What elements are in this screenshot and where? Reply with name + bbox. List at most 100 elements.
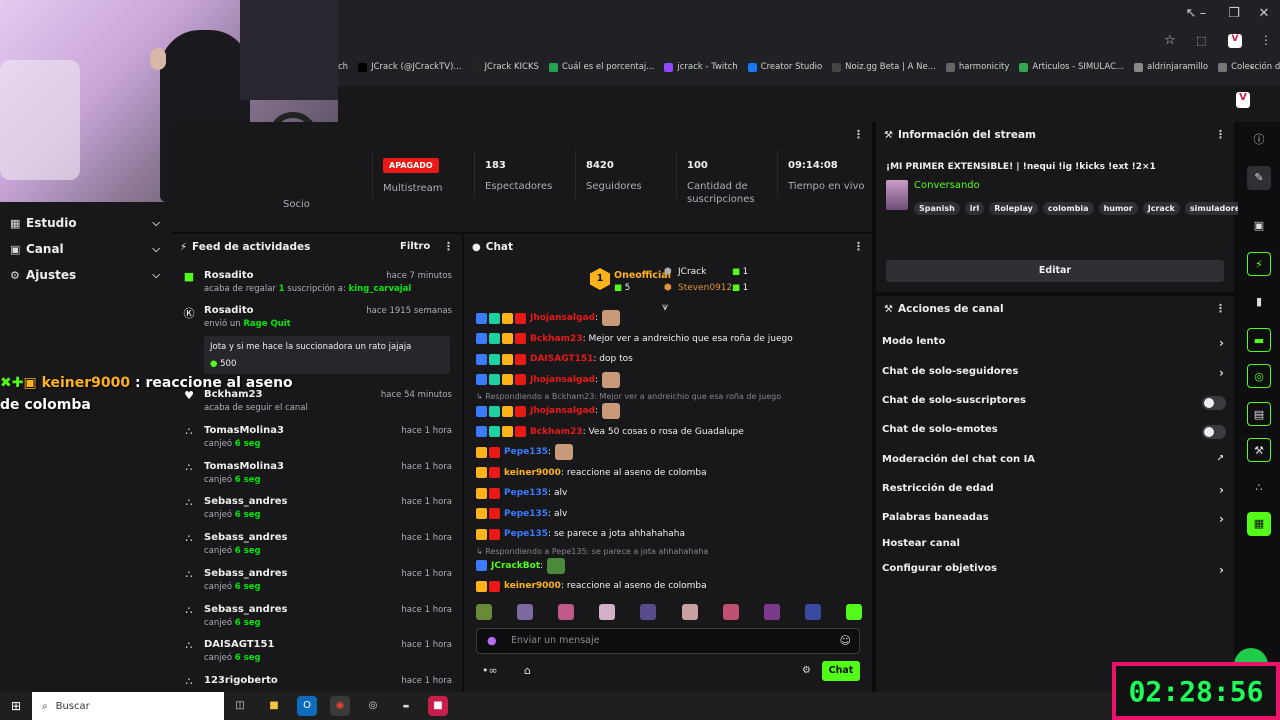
- profile-icon[interactable]: V: [1228, 34, 1242, 48]
- chat-username[interactable]: Pepe135: [504, 447, 548, 457]
- nav-channel[interactable]: ▣ Canal ⌵: [10, 236, 162, 262]
- bookmarks-chevron-icon[interactable]: ⌄: [1248, 60, 1256, 71]
- stream-tag[interactable]: Spanish: [914, 202, 960, 215]
- bolt-icon[interactable]: ⚡: [1247, 252, 1271, 276]
- chat-username[interactable]: Pepe135: [504, 488, 548, 498]
- filter-button[interactable]: Filtro: [400, 241, 430, 252]
- kebab-icon[interactable]: ⋮: [1215, 302, 1226, 315]
- chat-username[interactable]: keiner9000: [504, 581, 561, 591]
- chat-message[interactable]: Bckham23: Vea 50 cosas o rosa de Guadalu…: [476, 423, 866, 441]
- chat-username[interactable]: Pepe135: [504, 529, 548, 539]
- chat-username[interactable]: Jhojansalgad: [530, 313, 595, 323]
- kick-app-icon[interactable]: ■: [428, 696, 448, 716]
- file-explorer-icon[interactable]: ■: [264, 696, 284, 716]
- edit-stream-button[interactable]: Editar: [886, 260, 1224, 282]
- restore-button[interactable]: ❐: [1219, 4, 1249, 24]
- kebab-icon[interactable]: ⋮: [853, 128, 864, 141]
- toggle-switch[interactable]: [1202, 425, 1226, 439]
- chat-input-box[interactable]: ● Enviar un mensaje ☺: [476, 628, 860, 654]
- store-icon[interactable]: ⌂: [524, 664, 531, 677]
- emote-icon[interactable]: [722, 604, 739, 620]
- star-icon[interactable]: ☆: [1164, 33, 1176, 48]
- nav-studio[interactable]: ▦ Estudio ⌵: [10, 210, 162, 236]
- emote-icon[interactable]: [558, 604, 575, 620]
- extensions-icon[interactable]: ⬚: [1196, 34, 1206, 47]
- feed-username[interactable]: 123rigoberto: [204, 675, 278, 686]
- kebab-icon[interactable]: ⋮: [1215, 128, 1226, 141]
- app-icon[interactable]: ▬: [396, 696, 416, 716]
- chat-message[interactable]: Pepe135: se parece a jota ahhahahaha: [476, 525, 866, 543]
- channel-action-item[interactable]: Palabras baneadas ›: [882, 512, 1228, 528]
- windows-start-icon[interactable]: ⊞: [6, 696, 26, 716]
- stream-tag[interactable]: Roleplay: [989, 202, 1038, 215]
- feed-username[interactable]: Rosadito: [204, 270, 254, 281]
- bookmark-item[interactable]: Creator Studio: [743, 56, 827, 78]
- close-window-button[interactable]: ✕: [1249, 4, 1279, 24]
- emote-icon[interactable]: [640, 604, 657, 620]
- emote-icon[interactable]: [804, 604, 821, 620]
- chat-icon[interactable]: ▬: [1247, 328, 1271, 352]
- taskbar-search[interactable]: ⌕ Buscar: [32, 692, 224, 720]
- feed-username[interactable]: Rosadito: [204, 305, 254, 316]
- chat-message[interactable]: DAISAGT151: dop tos: [476, 350, 866, 368]
- stream-tag[interactable]: colombia: [1042, 202, 1094, 215]
- chat-message[interactable]: keiner9000: reaccione al aseno de colomb…: [476, 577, 866, 595]
- gear-icon[interactable]: ⚙: [802, 665, 811, 676]
- task-view-icon[interactable]: ◫: [230, 696, 250, 716]
- kebab-icon[interactable]: ⋮: [443, 240, 454, 253]
- bookmark-item[interactable]: Colección de M_blei...: [1213, 56, 1280, 78]
- chat-message[interactable]: Pepe135:: [476, 443, 866, 461]
- channel-action-item[interactable]: Chat de solo-emotes: [882, 424, 1228, 440]
- outlook-icon[interactable]: O: [297, 696, 317, 716]
- info-icon[interactable]: ⓘ: [1247, 128, 1271, 152]
- channel-action-item[interactable]: Modo lento ›: [882, 336, 1228, 352]
- broadcast-icon[interactable]: ◎: [1247, 364, 1271, 388]
- obs-icon[interactable]: ◎: [363, 696, 383, 716]
- kebab-icon[interactable]: ⋮: [853, 240, 864, 253]
- chat-username[interactable]: DAISAGT151: [530, 354, 593, 364]
- chat-message[interactable]: JCrackBot:: [476, 557, 866, 575]
- channel-action-item[interactable]: Chat de solo-suscriptores: [882, 395, 1228, 411]
- nav-settings[interactable]: ⚙ Ajustes ⌵: [10, 262, 162, 288]
- bookmark-item[interactable]: JCrack (@JCrackTV)...: [353, 56, 466, 78]
- send-chat-button[interactable]: Chat: [822, 661, 860, 681]
- pencil-icon[interactable]: ✎: [1247, 166, 1271, 190]
- chat-username[interactable]: JCrackBot: [491, 561, 540, 571]
- channel-action-item[interactable]: Configurar objetivos ›: [882, 563, 1228, 579]
- stream-tag[interactable]: irl: [964, 202, 985, 215]
- channel-action-item[interactable]: Chat de solo-seguidores ›: [882, 366, 1228, 382]
- toggle-switch[interactable]: [1202, 396, 1226, 410]
- address-bar[interactable]: ☆ ⬚ V ⋮: [338, 30, 1280, 54]
- feed-username[interactable]: Sebass_andres: [204, 532, 288, 543]
- stream-tag[interactable]: humor: [1098, 202, 1138, 215]
- feed-username[interactable]: DAISAGT151: [204, 639, 274, 650]
- emote-icon[interactable]: [599, 604, 616, 620]
- channel-action-item[interactable]: Moderación del chat con IA ↗: [882, 454, 1228, 470]
- channel-action-item[interactable]: Restricción de edad ›: [882, 483, 1228, 499]
- feed-username[interactable]: Sebass_andres: [204, 496, 288, 507]
- emote-icon[interactable]: [763, 604, 780, 620]
- chat-message[interactable]: Jhojansalgad:: [476, 371, 866, 389]
- minimize-button[interactable]: –: [1188, 4, 1218, 24]
- bookmark-item[interactable]: jcrack - Twitch: [659, 56, 742, 78]
- layout-icon[interactable]: ▤: [1247, 402, 1271, 426]
- chat-message[interactable]: Bckham23: Mejor ver a andreichio que esa…: [476, 330, 866, 348]
- bookmark-item[interactable]: Articulos - SIMULAC...: [1014, 56, 1129, 78]
- clapperboard-icon[interactable]: ▦: [1247, 512, 1271, 536]
- chat-username[interactable]: Bckham23: [530, 427, 583, 437]
- chat-username[interactable]: Bckham23: [530, 334, 583, 344]
- emote-icon[interactable]: [681, 604, 698, 620]
- chat-message[interactable]: Jhojansalgad:: [476, 402, 866, 420]
- chat-message[interactable]: keiner9000: reaccione al aseno de colomb…: [476, 464, 866, 482]
- feed-username[interactable]: TomasMolina3: [204, 461, 284, 472]
- chat-username[interactable]: Jhojansalgad: [530, 375, 595, 385]
- stream-category[interactable]: Conversando: [914, 180, 980, 191]
- chat-message[interactable]: Pepe135: alv: [476, 484, 866, 502]
- microphone-icon[interactable]: ●: [487, 634, 497, 647]
- bookmark-item[interactable]: JCrack KICKS: [467, 56, 544, 78]
- feed-username[interactable]: Sebass_andres: [204, 604, 288, 615]
- document-icon[interactable]: ▮: [1247, 290, 1271, 314]
- channel-action-item[interactable]: Hostear canal: [882, 538, 1228, 554]
- chat-username[interactable]: keiner9000: [504, 468, 561, 478]
- feed-username[interactable]: Sebass_andres: [204, 568, 288, 579]
